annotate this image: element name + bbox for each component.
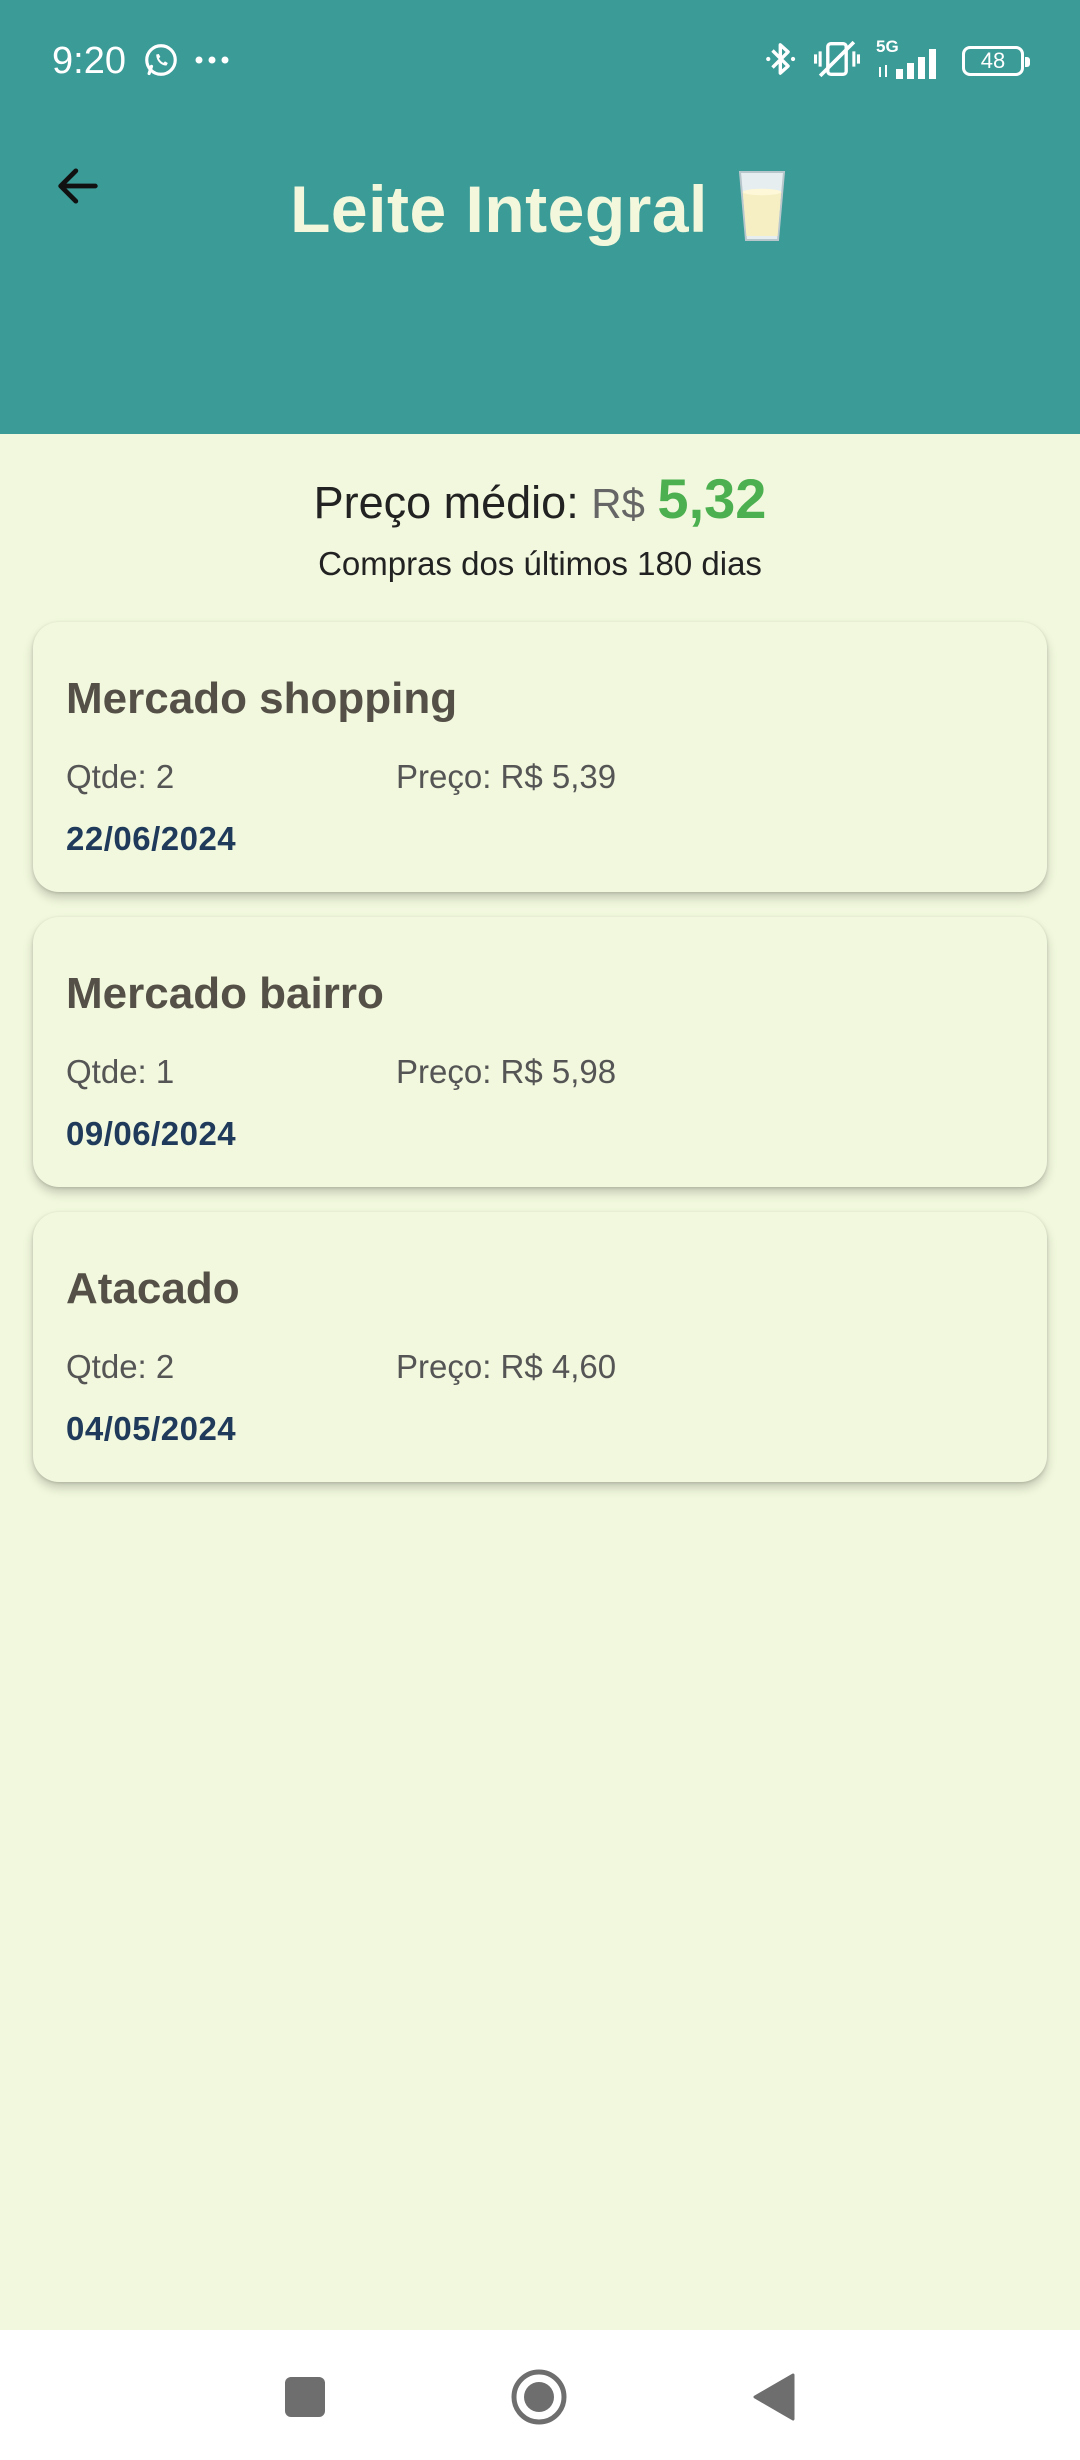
back-nav-button[interactable] — [728, 2352, 818, 2442]
page-title: Leite Integral — [290, 171, 708, 246]
status-time: 9:20 — [52, 40, 126, 82]
back-triangle-icon — [753, 2373, 795, 2421]
whatsapp-icon — [142, 41, 180, 84]
status-left-icons — [142, 42, 230, 82]
purchase-card[interactable]: Mercado bairro Qtde: 1 Preço: R$ 5,98 09… — [33, 917, 1047, 1187]
system-nav-bar — [0, 2330, 1080, 2460]
purchase-date: 22/06/2024 — [66, 820, 237, 857]
purchase-date: 09/06/2024 — [66, 1115, 237, 1152]
bluetooth-icon — [764, 39, 798, 84]
signal-5g-icon: 5G — [876, 37, 946, 81]
home-circle-icon — [511, 2369, 567, 2425]
price: Preço: R$ 5,39 — [396, 758, 617, 795]
recents-square-icon — [285, 2377, 325, 2417]
quantity: Qtde: 2 — [66, 1348, 175, 1385]
quantity: Qtde: 2 — [66, 758, 175, 795]
milk-glass-icon — [734, 168, 790, 249]
more-dots-icon — [194, 53, 230, 71]
home-button[interactable] — [494, 2352, 584, 2442]
store-name: Atacado — [66, 1264, 240, 1313]
average-price-line: Preço médio: R$ 5,32 — [0, 466, 1080, 531]
title-row: Leite Integral — [0, 168, 1080, 249]
vibrate-off-icon — [814, 39, 860, 84]
quantity: Qtde: 1 — [66, 1053, 175, 1090]
status-right-icons: 5G 48 — [764, 37, 1030, 84]
summary-subtitle: Compras dos últimos 180 dias — [318, 545, 762, 582]
price: Preço: R$ 5,98 — [396, 1053, 617, 1090]
recents-button[interactable] — [260, 2352, 350, 2442]
price: Preço: R$ 4,60 — [396, 1348, 617, 1385]
purchase-date: 04/05/2024 — [66, 1410, 237, 1447]
average-price-currency: R$ — [591, 480, 645, 527]
purchase-card[interactable]: Atacado Qtde: 2 Preço: R$ 4,60 04/05/202… — [33, 1212, 1047, 1482]
price-summary: Preço médio: R$ 5,32 Compras dos últimos… — [0, 466, 1080, 583]
battery-level: 48 — [980, 48, 1006, 73]
store-name: Mercado bairro — [66, 969, 384, 1018]
battery-icon: 48 — [962, 46, 1030, 76]
average-price-value: 5,32 — [657, 467, 767, 530]
app-bar: 9:20 5G 48 Leite Integral — [0, 0, 1080, 434]
purchase-card[interactable]: Mercado shopping Qtde: 2 Preço: R$ 5,39 … — [33, 622, 1047, 892]
average-price-label: Preço médio: — [313, 477, 592, 528]
store-name: Mercado shopping — [66, 674, 458, 723]
